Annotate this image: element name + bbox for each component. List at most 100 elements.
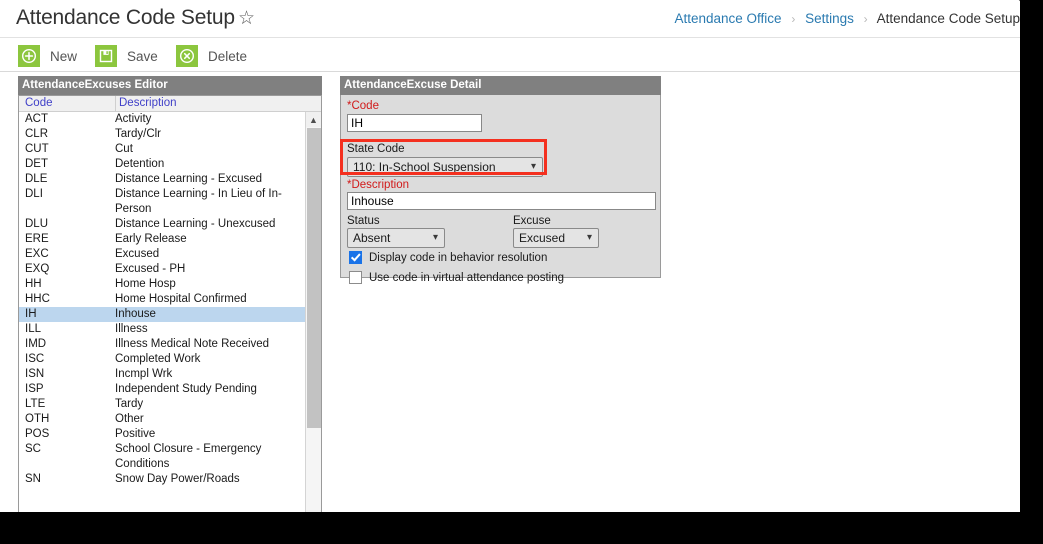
table-row[interactable]: ISP Independent Study Pending (19, 382, 306, 397)
status-select[interactable]: Absent ▾ (347, 228, 445, 248)
row-description: Home Hosp (115, 278, 176, 290)
chevron-down-icon: ▾ (530, 161, 536, 172)
breadcrumb-separator-icon: › (791, 12, 796, 26)
table-row[interactable]: IH Inhouse (19, 307, 306, 322)
virtual-attendance-posting-checkbox-row[interactable]: Use code in virtual attendance posting (349, 271, 564, 284)
row-description: Inhouse (115, 308, 156, 320)
table-row[interactable]: ILL Illness (19, 322, 306, 337)
table-row[interactable]: CUT Cut (19, 142, 306, 157)
row-code: DLU (25, 218, 49, 230)
action-toolbar: New Save Delete (0, 39, 1020, 72)
row-code: ILL (25, 323, 41, 335)
row-code: CLR (25, 128, 49, 140)
chevron-up-icon[interactable]: ▲ (306, 112, 321, 127)
row-description: Tardy/Clr (115, 128, 162, 140)
table-row[interactable]: SN Snow Day Power/Roads (19, 472, 306, 487)
x-circle-icon (176, 45, 198, 67)
display-code-behavior-checkbox-row[interactable]: Display code in behavior resolution (349, 251, 547, 264)
code-field-label: *Code (347, 100, 379, 112)
row-code: ERE (25, 233, 49, 245)
description-input[interactable]: Inhouse (347, 192, 656, 210)
attendance-excuses-editor-panel: AttendanceExcuses Editor Code Descriptio… (18, 76, 322, 512)
state-code-select[interactable]: 110: In-School Suspension ▾ (347, 157, 543, 177)
row-code: SN (25, 473, 41, 485)
list-column-header: Code Description (19, 96, 321, 112)
row-code: CUT (25, 143, 49, 155)
virtual-attendance-posting-checkbox[interactable] (349, 271, 362, 284)
plus-circle-icon (18, 45, 40, 67)
new-button[interactable]: New (18, 45, 77, 67)
row-description: Illness Medical Note Received (115, 338, 270, 350)
table-row[interactable]: DLU Distance Learning - Unexcused (19, 217, 306, 232)
table-row[interactable]: DLI Distance Learning - In Lieu of In-Per… (19, 187, 306, 217)
row-code: DET (25, 158, 48, 170)
application-page: Attendance Code Setup ☆ Attendance Offic… (0, 0, 1020, 512)
row-code: ACT (25, 113, 48, 125)
row-code: IH (25, 308, 37, 320)
excuse-field-label: Excuse (513, 215, 551, 227)
row-description: Other (115, 413, 144, 425)
detail-form: *Code IH State Code 110: In-School Suspe… (340, 95, 661, 284)
table-row[interactable]: POS Positive (19, 427, 306, 442)
breadcrumb-item-attendance-office[interactable]: Attendance Office (674, 11, 781, 26)
row-description: Early Release (115, 233, 187, 245)
display-code-behavior-label: Display code in behavior resolution (369, 251, 548, 264)
excuse-select[interactable]: Excused ▾ (513, 228, 599, 248)
chevron-down-icon: ▾ (586, 232, 592, 243)
table-row[interactable]: LTE Tardy (19, 397, 306, 412)
row-code: DLI (25, 188, 43, 200)
table-row[interactable]: HH Home Hosp (19, 277, 306, 292)
chevron-down-icon: ▾ (432, 232, 438, 243)
row-description: School Closure - Emergency Conditions (115, 443, 262, 470)
table-row[interactable]: IMD Illness Medical Note Received (19, 337, 306, 352)
save-button-label: Save (127, 48, 158, 64)
row-description: Illness (115, 323, 148, 335)
virtual-attendance-posting-label: Use code in virtual attendance posting (369, 271, 564, 284)
row-description: Snow Day Power/Roads (115, 473, 240, 485)
table-row[interactable]: ISC Completed Work (19, 352, 306, 367)
table-row[interactable]: DLE Distance Learning - Excused (19, 172, 306, 187)
title-bar: Attendance Code Setup ☆ Attendance Offic… (0, 0, 1020, 38)
table-row[interactable]: DET Detention (19, 157, 306, 172)
table-row[interactable]: ACT Activity (19, 112, 306, 127)
table-row[interactable]: ERE Early Release (19, 232, 306, 247)
table-row[interactable]: ISN Incmpl Wrk (19, 367, 306, 382)
table-row[interactable]: EXC Excused (19, 247, 306, 262)
column-header-description[interactable]: Description (119, 97, 177, 109)
row-code: HH (25, 278, 42, 290)
row-description: Detention (115, 158, 165, 170)
display-code-behavior-checkbox[interactable] (349, 251, 362, 264)
row-code: EXC (25, 248, 49, 260)
row-description: Distance Learning - In Lieu of In-Person (115, 188, 282, 215)
star-outline-icon[interactable]: ☆ (238, 8, 255, 30)
scrollbar-thumb[interactable] (307, 128, 321, 428)
table-row[interactable]: OTH Other (19, 412, 306, 427)
status-select-value: Absent (353, 231, 391, 245)
save-button[interactable]: Save (95, 45, 158, 67)
breadcrumb-item-settings[interactable]: Settings (805, 11, 854, 26)
attendance-excuse-detail-panel: AttendanceExcuse Detail *Code IH State C… (340, 76, 661, 284)
state-code-field-label: State Code (347, 143, 405, 155)
table-row[interactable]: CLR Tardy/Clr (19, 127, 306, 142)
table-row[interactable]: HHC Home Hospital Confirmed (19, 292, 306, 307)
floppy-disk-icon (95, 45, 117, 67)
row-description: Positive (115, 428, 156, 440)
column-header-code[interactable]: Code (25, 97, 53, 109)
breadcrumb-item-current: Attendance Code Setup (876, 11, 1020, 26)
row-code: LTE (25, 398, 46, 410)
row-description: Distance Learning - Unexcused (115, 218, 276, 230)
list-scrollbar[interactable]: ▲ ▼ (305, 112, 321, 512)
list-rows-viewport: ACT Activity CLR Tardy/Clr CUT Cut DET Detentio… (19, 112, 306, 512)
row-description: Home Hospital Confirmed (115, 293, 247, 305)
attendance-excuses-list: Code Description ACT Activity CLR Tardy/Clr… (18, 95, 322, 512)
row-code: HHC (25, 293, 50, 305)
table-row[interactable]: SC School Closure - Emergency Conditions (19, 442, 306, 472)
chevron-down-icon[interactable]: ▼ (306, 510, 321, 512)
table-row[interactable]: EXQ Excused - PH (19, 262, 306, 277)
code-input[interactable]: IH (347, 114, 482, 132)
row-code: ISC (25, 353, 45, 365)
row-code: IMD (25, 338, 47, 350)
row-code: DLE (25, 173, 48, 185)
delete-button[interactable]: Delete (176, 45, 247, 67)
breadcrumb: Attendance Office › Settings › Attendanc… (674, 11, 1020, 27)
